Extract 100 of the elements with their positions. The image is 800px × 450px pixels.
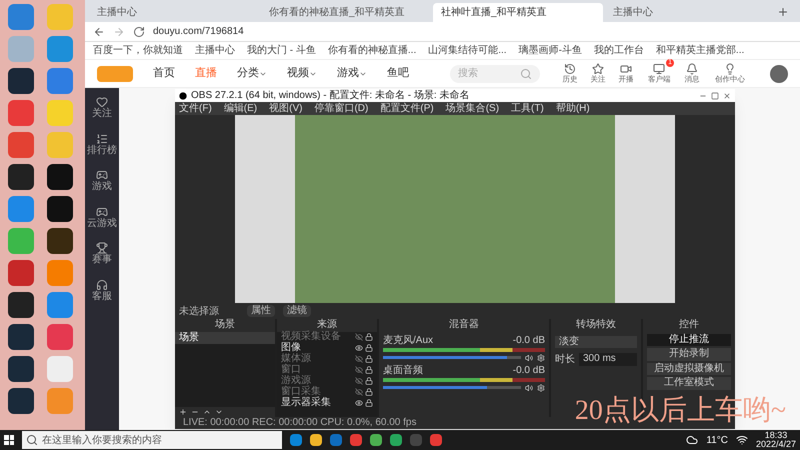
sidebar-label[interactable]: 排行榜 (87, 144, 117, 157)
sidebar-icon[interactable] (96, 278, 108, 290)
browser-tab[interactable]: 主播中心 (89, 3, 259, 22)
new-tab-icon[interactable] (777, 6, 789, 18)
source-item[interactable]: 媒体源 (281, 354, 311, 364)
browser-tab[interactable]: 主播中心 (605, 3, 775, 22)
start-icon[interactable] (4, 435, 14, 445)
source-item[interactable]: 图像 (281, 343, 301, 353)
header-icon[interactable] (653, 62, 665, 74)
app-icon[interactable] (8, 324, 34, 350)
avatar[interactable] (770, 64, 788, 82)
app-icon[interactable] (46, 228, 72, 254)
bookmark-link[interactable]: 璃墨画师-斗鱼 (518, 43, 582, 58)
hidden-icon[interactable] (355, 355, 363, 363)
sidebar-label[interactable]: 游戏 (92, 181, 112, 194)
app-icon[interactable] (46, 164, 72, 190)
lock-icon[interactable] (365, 388, 373, 396)
bookmark-link[interactable]: 和平精英主播党部... (656, 43, 744, 58)
menu-item[interactable]: 视图(V) (269, 104, 302, 114)
menu-item[interactable]: 帮助(H) (556, 104, 590, 114)
source-toolbar-button[interactable]: 属性 (247, 304, 275, 318)
sidebar-icon[interactable] (96, 242, 108, 254)
lock-icon[interactable] (365, 377, 373, 385)
bookmark-link[interactable]: 我的大门 - 斗鱼 (247, 43, 316, 58)
visibility-icon[interactable] (355, 399, 363, 407)
menu-item[interactable]: 停靠窗口(D) (314, 104, 368, 114)
header-icon[interactable] (620, 62, 632, 74)
hidden-icon[interactable] (355, 366, 363, 374)
menu-item[interactable]: 工具(T) (511, 104, 544, 114)
lock-icon[interactable] (365, 333, 373, 341)
sidebar-icon[interactable] (96, 96, 108, 108)
control-button[interactable]: 工作室模式 (647, 377, 731, 390)
add-icon[interactable] (179, 408, 187, 416)
source-item[interactable]: 视频采集设备 (281, 332, 341, 342)
app-icon[interactable] (8, 388, 34, 414)
taskbar-app-icon[interactable] (430, 434, 442, 446)
nav-link[interactable]: 鱼吧 (387, 65, 409, 82)
settings-icon[interactable] (537, 354, 545, 362)
nav-link[interactable]: 视频 (287, 65, 317, 82)
control-button[interactable]: 停止推流 (647, 334, 731, 346)
down-icon[interactable] (215, 408, 223, 416)
up-icon[interactable] (203, 408, 211, 416)
lock-icon[interactable] (365, 399, 373, 407)
taskbar-app-icon[interactable] (370, 434, 382, 446)
bookmark-link[interactable]: 山河集结待可能... (428, 43, 507, 58)
sidebar-label[interactable]: 关注 (92, 108, 112, 120)
hidden-icon[interactable] (355, 388, 363, 396)
bookmark-link[interactable]: 我的工作台 (594, 43, 644, 58)
menu-item[interactable]: 文件(F) (179, 104, 212, 114)
lock-icon[interactable] (365, 344, 373, 352)
bookmark-link[interactable]: 你有看的神秘直播... (328, 43, 416, 58)
header-icon[interactable] (592, 62, 604, 74)
lock-icon[interactable] (365, 366, 373, 374)
app-icon[interactable] (8, 356, 34, 382)
header-icon[interactable] (724, 62, 736, 74)
address-field[interactable]: douyu.com/7196814 (153, 24, 244, 39)
lock-icon[interactable] (365, 355, 373, 363)
sidebar-icon[interactable] (96, 206, 108, 218)
maximize-icon[interactable] (711, 92, 719, 100)
nav-link[interactable]: 游戏 (337, 65, 367, 82)
hidden-icon[interactable] (355, 333, 363, 341)
control-button[interactable]: 启动虚拟摄像机 (647, 362, 731, 375)
menu-item[interactable]: 场景集合(S) (446, 104, 500, 114)
speaker-icon[interactable] (525, 384, 533, 392)
source-item[interactable]: 游戏源 (281, 376, 311, 386)
source-item[interactable]: 窗口采集 (281, 387, 321, 397)
bookmark-link[interactable]: 百度一下，你就知道 (93, 43, 183, 58)
sidebar-label[interactable]: 客服 (92, 290, 112, 303)
header-icon[interactable] (564, 62, 576, 74)
taskbar-app-icon[interactable] (310, 434, 322, 446)
app-icon[interactable] (8, 164, 34, 190)
nav-link[interactable]: 分类 (237, 65, 267, 82)
taskbar-app-icon[interactable] (290, 434, 302, 446)
app-icon[interactable] (8, 68, 34, 94)
close-icon[interactable] (723, 92, 731, 100)
source-item[interactable]: 显示器采集 (281, 398, 331, 408)
bookmark-link[interactable]: 主播中心 (195, 43, 235, 58)
settings-icon[interactable] (537, 384, 545, 392)
scene-item[interactable]: 场景 (175, 332, 275, 344)
hidden-icon[interactable] (355, 377, 363, 385)
taskbar-app-icon[interactable] (390, 434, 402, 446)
source-toolbar-button[interactable]: 滤镜 (283, 304, 311, 318)
sidebar-label[interactable]: 云游戏 (87, 218, 117, 230)
duration-field[interactable]: 300 ms (579, 353, 637, 366)
visibility-icon[interactable] (355, 344, 363, 352)
back-icon[interactable] (93, 26, 105, 38)
menu-item[interactable]: 配置文件(P) (380, 104, 434, 114)
sidebar-icon[interactable] (96, 132, 108, 144)
sidebar-icon[interactable] (96, 169, 108, 181)
app-icon[interactable] (8, 292, 34, 318)
header-icon[interactable] (686, 62, 698, 74)
source-item[interactable]: 窗口 (281, 365, 301, 375)
nav-link[interactable]: 首页 (153, 65, 175, 82)
search-icon[interactable] (26, 434, 38, 446)
menu-item[interactable]: 编辑(E) (224, 104, 258, 114)
taskbar-search-field[interactable]: 在这里输入你要搜索的内容 (22, 431, 282, 449)
volume-track[interactable] (383, 386, 521, 389)
browser-tab[interactable]: 你有看的神秘直播_和平精英直 (261, 3, 431, 22)
control-button[interactable]: 开始录制 (647, 348, 731, 360)
app-icon[interactable] (46, 196, 72, 222)
